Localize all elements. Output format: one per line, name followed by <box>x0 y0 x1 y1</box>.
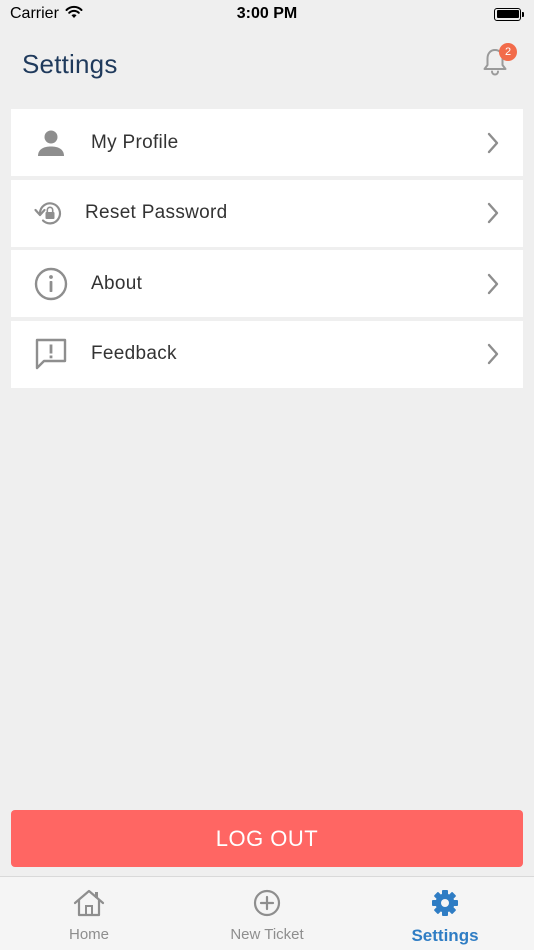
reset-lock-icon <box>11 180 85 247</box>
gear-icon <box>431 889 459 922</box>
plus-circle-icon <box>253 889 281 922</box>
tab-label: New Ticket <box>230 926 304 943</box>
settings-item-about[interactable]: About <box>11 250 523 317</box>
notifications-button[interactable]: 2 <box>478 43 517 81</box>
page-title: Settings <box>22 48 118 79</box>
tab-new-ticket[interactable]: New Ticket <box>178 877 356 950</box>
tab-label: Settings <box>411 926 479 945</box>
tab-settings[interactable]: Settings <box>356 877 534 950</box>
settings-item-feedback[interactable]: Feedback <box>11 320 523 388</box>
chevron-right-icon <box>463 250 523 317</box>
status-bar: Carrier 3:00 PM <box>0 0 534 28</box>
tab-label: Home <box>68 926 109 943</box>
chevron-right-icon <box>463 109 523 176</box>
tab-bar: Home New Ticket Settings <box>0 876 534 950</box>
notification-badge: 2 <box>499 43 517 61</box>
battery-icon <box>494 7 524 21</box>
settings-screen: Carrier 3:00 PM Settings 2 My Profile Re… <box>0 0 534 950</box>
settings-item-label: My Profile <box>91 131 179 153</box>
chevron-right-icon <box>463 321 523 388</box>
feedback-icon <box>11 321 91 388</box>
home-icon <box>73 889 105 922</box>
status-left: Carrier <box>10 5 83 24</box>
carrier-label: Carrier <box>10 5 59 22</box>
settings-item-label: Reset Password <box>85 202 228 223</box>
logout-button[interactable]: LOG OUT <box>11 810 523 867</box>
person-icon <box>11 109 91 176</box>
settings-item-label: Feedback <box>91 343 177 364</box>
tab-home[interactable]: Home <box>0 877 178 950</box>
settings-item-label: About <box>91 272 143 294</box>
header: Settings 2 <box>0 36 534 92</box>
wifi-icon <box>65 5 83 24</box>
settings-item-my-profile[interactable]: My Profile <box>11 109 523 176</box>
chevron-right-icon <box>463 180 523 247</box>
info-icon <box>11 250 91 317</box>
settings-item-reset-password[interactable]: Reset Password <box>11 179 523 247</box>
settings-list: My Profile Reset Password About Feedback <box>11 109 523 391</box>
